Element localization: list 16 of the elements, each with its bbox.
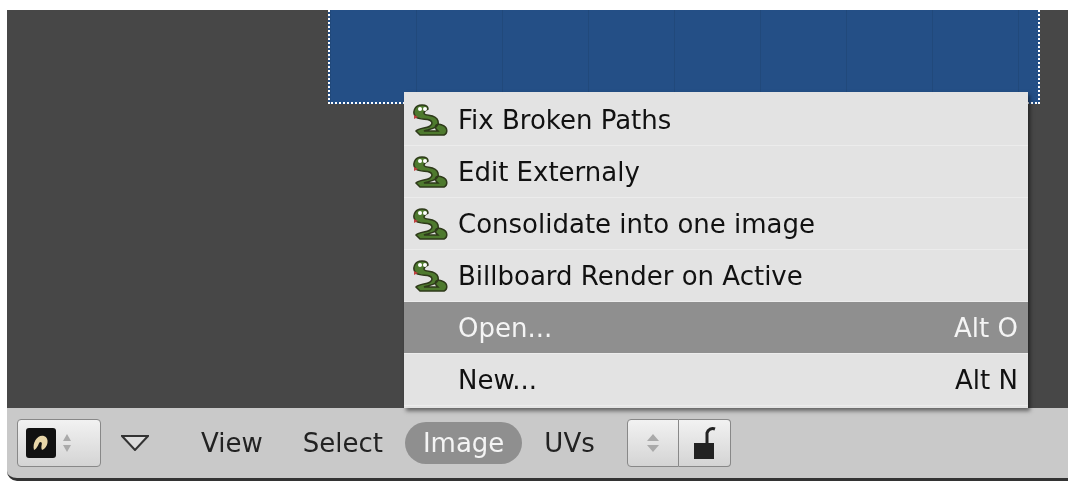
collapse-triangle-icon[interactable] [121,435,149,451]
editor-icon [26,428,56,458]
snake-icon [410,206,450,241]
lock-button[interactable] [678,419,731,467]
menu-item[interactable]: Consolidate into one image [404,198,1028,250]
editor-type-button[interactable] [17,419,101,467]
menu-item[interactable]: Edit Externaly [404,146,1028,198]
header-menu[interactable]: UVs [526,422,613,464]
menu-item[interactable]: New... Alt N [404,354,1028,406]
snake-icon [410,154,450,189]
snake-icon [410,102,450,137]
header-menu[interactable]: Select [284,422,401,464]
menu-item[interactable]: Fix Broken Paths [404,94,1028,146]
header-menu[interactable]: View [183,422,281,464]
unlocked-padlock-icon [692,425,717,461]
snake-icon [410,258,450,293]
